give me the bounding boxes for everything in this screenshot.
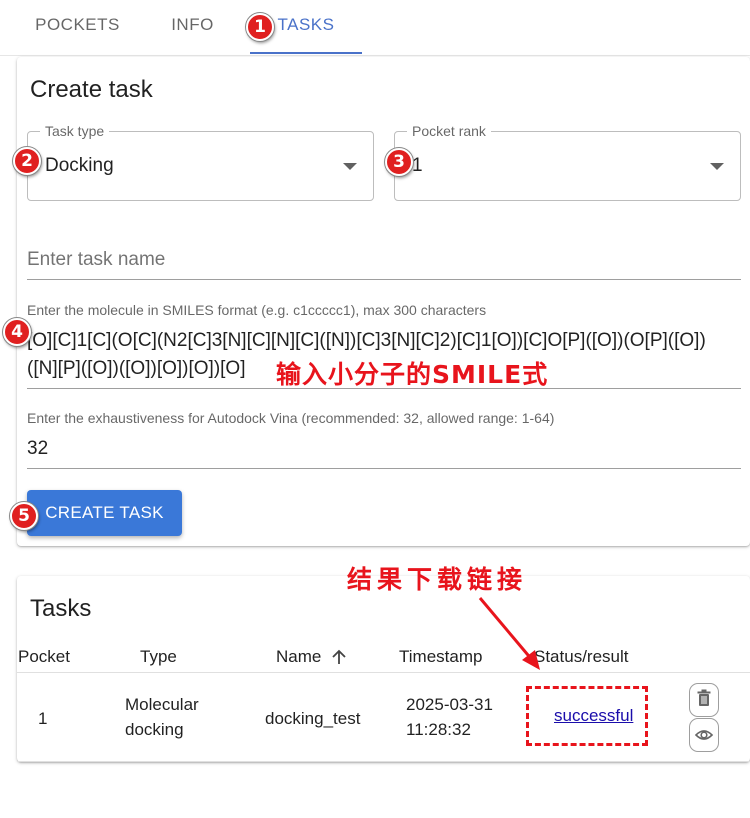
result-highlight-box [526,686,648,746]
task-type-value: Docking [45,155,114,176]
annotation-badge-5: 5 [10,502,38,530]
tab-pockets[interactable]: POCKETS [20,0,135,55]
caret-down-icon [710,163,724,170]
trash-icon [697,689,711,706]
task-name-input[interactable]: Enter task name [27,240,741,280]
column-header-name[interactable]: Name [276,647,321,667]
tasks-title: Tasks [30,595,92,622]
annotation-badge-4: 4 [3,318,31,346]
task-name-placeholder: Enter task name [27,249,166,270]
view-task-button[interactable] [689,718,719,752]
smiles-value-line2: ([N][P]([O])([O])[O])[O])[O] [27,358,246,379]
active-tab-indicator [250,52,362,54]
smiles-value-line1: [O][C]1[C](O[C](N2[C]3[N][C][N][C]([N])[… [27,330,706,351]
task-type-label: Task type [40,123,110,139]
exhaustiveness-label: Enter the exhaustiveness for Autodock Vi… [27,410,555,426]
smiles-label: Enter the molecule in SMILES format (e.g… [27,302,487,318]
cell-timestamp-time: 11:28:32 [406,720,471,739]
pocket-rank-value: 1 [412,155,423,176]
annotation-badge-2: 2 [13,147,41,175]
create-task-title: Create task [30,76,153,103]
cell-type-line2: docking [125,720,184,739]
tab-bar: POCKETS INFO TASKS [0,0,750,56]
pocket-rank-select[interactable]: Pocket rank 1 [394,123,741,201]
cell-pocket: 1 [38,709,48,728]
annotation-badge-3: 3 [385,148,413,176]
header-divider [17,672,750,673]
exhaustiveness-value: 32 [27,438,49,459]
arrow-annotation-icon [478,597,540,670]
cell-type-line1: Molecular [125,695,199,714]
column-header-pocket[interactable]: Pocket [18,647,70,667]
create-task-button[interactable]: CREATE TASK [27,490,182,536]
cell-timestamp-date: 2025-03-31 [406,695,493,714]
task-type-select[interactable]: Task type Docking [27,123,374,201]
exhaustiveness-input[interactable]: Enter the exhaustiveness for Autodock Vi… [27,409,741,469]
eye-icon [694,730,714,740]
annotation-badge-1: 1 [246,13,274,41]
delete-task-button[interactable] [689,683,719,717]
pocket-rank-label: Pocket rank [407,123,491,139]
arrow-up-icon[interactable] [331,649,347,665]
column-header-type[interactable]: Type [140,647,177,667]
cell-name: docking_test [265,709,361,728]
tab-info[interactable]: INFO [145,0,240,55]
table-bottom-divider [17,761,750,762]
caret-down-icon [343,163,357,170]
smiles-annotation-text: 输入小分子的SMILE式 [276,360,549,389]
